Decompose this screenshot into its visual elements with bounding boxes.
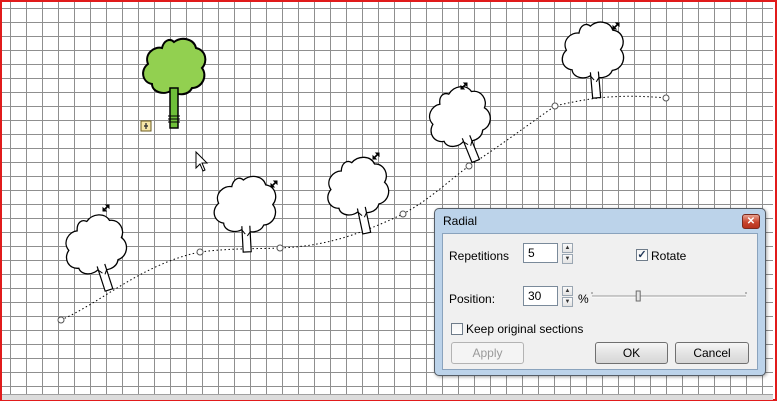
status-strip: [2, 394, 773, 400]
spin-up-icon[interactable]: ▲: [562, 243, 573, 253]
position-slider[interactable]: [588, 288, 750, 304]
path-node[interactable]: [57, 316, 65, 324]
resize-handle-icon[interactable]: [270, 180, 278, 188]
path-node[interactable]: [276, 244, 284, 252]
selected-tree[interactable]: [142, 37, 207, 129]
spin-up-icon[interactable]: ▲: [562, 286, 573, 296]
ok-button[interactable]: OK: [595, 342, 668, 364]
keep-original-sections-checkbox[interactable]: [451, 323, 463, 335]
check-icon: ✓: [637, 249, 647, 261]
anchor-icon[interactable]: [140, 120, 152, 132]
close-button[interactable]: ✕: [742, 214, 760, 229]
resize-handle-icon[interactable]: [612, 22, 620, 30]
path-node[interactable]: [399, 210, 407, 218]
mouse-cursor-icon: [195, 150, 209, 172]
slider-tick-marks: [591, 292, 747, 294]
resize-handle-icon[interactable]: [372, 152, 380, 160]
spin-down-icon[interactable]: ▼: [562, 297, 573, 307]
position-input[interactable]: 30: [523, 286, 558, 306]
repetitions-input[interactable]: 5: [523, 243, 558, 263]
tree-copy[interactable]: [418, 78, 506, 174]
resize-handle-icon[interactable]: [102, 204, 110, 212]
rotate-label: Rotate: [651, 249, 687, 263]
path-node[interactable]: [551, 102, 559, 110]
tree-copy[interactable]: [55, 208, 140, 301]
spin-down-icon[interactable]: ▼: [562, 254, 573, 264]
position-label: Position:: [449, 292, 496, 306]
repetitions-stepper[interactable]: ▲ ▼: [562, 243, 573, 264]
tree-copy[interactable]: [558, 19, 629, 102]
tree-copy[interactable]: [211, 174, 280, 255]
position-stepper[interactable]: ▲ ▼: [562, 286, 573, 307]
dialog-title: Radial: [443, 214, 478, 228]
slider-thumb[interactable]: [635, 290, 641, 302]
path-node[interactable]: [196, 248, 204, 256]
cancel-button[interactable]: Cancel: [675, 342, 749, 364]
apply-button[interactable]: Apply: [451, 342, 524, 364]
path-node[interactable]: [662, 94, 670, 102]
keep-original-sections-label: Keep original sections: [466, 322, 584, 336]
repetitions-label: Repetitions: [449, 249, 510, 263]
close-icon: ✕: [746, 216, 756, 227]
rotate-checkbox[interactable]: ✓: [636, 249, 648, 261]
tree-copy[interactable]: [320, 152, 399, 241]
path-node[interactable]: [465, 162, 473, 170]
